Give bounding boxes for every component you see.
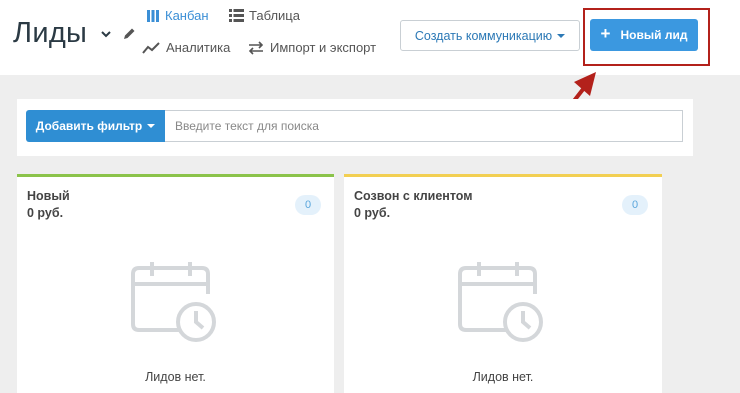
search-input[interactable]	[165, 110, 683, 142]
new-lead-label: Новый лид	[620, 28, 688, 42]
empty-state-text: Лидов нет.	[145, 370, 206, 384]
plus-icon: +	[600, 24, 611, 43]
page-title: Лиды	[13, 17, 88, 49]
column-count-badge: 0	[295, 195, 321, 215]
calendar-clock-icon	[131, 262, 216, 342]
pencil-icon[interactable]	[121, 26, 137, 42]
column-sum: 0 руб.	[354, 206, 391, 220]
empty-state-text: Лидов нет.	[472, 370, 534, 384]
chevron-down-icon[interactable]	[100, 30, 112, 38]
caret-down-icon	[557, 33, 566, 38]
view-import-export-link[interactable]: Импорт и экспорт	[247, 40, 376, 55]
create-communication-label: Создать коммуникацию	[414, 28, 553, 43]
add-filter-button[interactable]: Добавить фильтр	[26, 110, 165, 142]
view-analytics-label: Аналитика	[166, 40, 231, 55]
view-analytics-link[interactable]: Аналитика	[142, 40, 230, 55]
column-sum: 0 руб.	[27, 206, 64, 220]
kanban-icon	[146, 9, 160, 23]
create-communication-button[interactable]: Создать коммуникацию	[400, 20, 580, 51]
column-title: Новый	[27, 189, 70, 203]
analytics-icon	[142, 41, 161, 54]
kanban-column-new: Новый 0 руб. 0 Лидов нет.	[17, 174, 334, 393]
column-count-badge: 0	[622, 195, 648, 215]
view-table-link[interactable]: Таблица	[229, 8, 300, 23]
calendar-clock-icon	[458, 262, 543, 342]
new-lead-button[interactable]: + Новый лид	[590, 19, 698, 51]
view-kanban-label: Канбан	[165, 8, 209, 23]
kanban-column-call-client: Созвон с клиентом 0 руб. 0 Лидов нет.	[344, 174, 662, 393]
import-export-icon	[247, 40, 265, 55]
view-kanban-link[interactable]: Канбан	[146, 8, 209, 23]
column-title: Созвон с клиентом	[354, 189, 473, 203]
add-filter-label: Добавить фильтр	[35, 119, 143, 133]
caret-down-icon	[147, 124, 156, 128]
table-icon	[229, 9, 244, 22]
view-table-label: Таблица	[249, 8, 300, 23]
view-import-export-label: Импорт и экспорт	[270, 40, 377, 55]
